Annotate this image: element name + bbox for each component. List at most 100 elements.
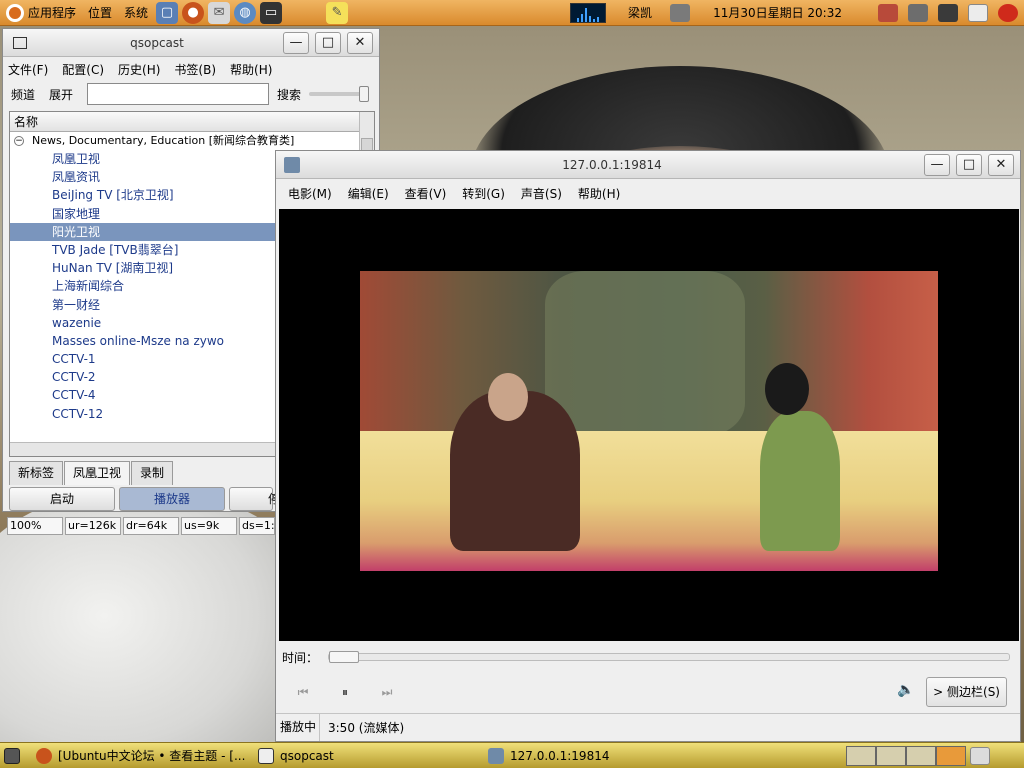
notes-launcher-icon[interactable]: ✎	[326, 1, 349, 24]
search-input[interactable]	[87, 83, 270, 105]
player-app-icon[interactable]	[284, 156, 300, 173]
bottom-panel: [Ubuntu中文论坛 • 查看主题 - [... qsopcast 127.0…	[0, 742, 1024, 768]
places-menu-label: 位置	[88, 6, 113, 20]
keyboard-tray-icon[interactable]	[908, 3, 928, 22]
seek-knob[interactable]	[329, 651, 360, 663]
ubuntu-logo-icon	[6, 3, 24, 22]
volume-icon[interactable]: 🔈	[897, 682, 917, 702]
system-menu[interactable]: 系统	[118, 0, 154, 26]
display-tray-icon[interactable]	[938, 3, 958, 22]
network-monitor-icon[interactable]	[570, 2, 607, 23]
terminal-launcher-icon[interactable]: ▭	[260, 1, 283, 24]
minimize-button[interactable]: —	[283, 31, 309, 54]
task-qsopcast[interactable]: qsopcast	[252, 744, 478, 768]
stop-button[interactable]: 停	[229, 487, 280, 511]
tab-phoenix[interactable]: 凤凰卫视	[64, 461, 131, 485]
player-statusbar: 播放中 3:50 (流媒体)	[276, 713, 1020, 741]
trash-icon[interactable]	[970, 746, 990, 765]
player-window: 127.0.0.1:19814 — □ ✕ 电影(M) 编辑(E) 查看(V) …	[275, 150, 1021, 742]
network-settings-icon[interactable]	[670, 3, 691, 22]
player-button[interactable]: 播放器	[119, 487, 225, 511]
shutdown-icon[interactable]	[998, 3, 1018, 22]
playback-time: 3:50 (流媒体)	[328, 721, 405, 735]
qsopcast-menubar: 文件(F) 配置(C) 历史(H) 书签(B) 帮助(H)	[3, 57, 379, 81]
tab-record[interactable]: 录制	[131, 461, 174, 485]
places-menu[interactable]: 位置	[82, 0, 118, 26]
tree-group-row[interactable]: − News, Documentary, Education [新闻综合教育类]	[10, 132, 374, 150]
search-button[interactable]: 搜索	[277, 86, 301, 103]
workspace-3[interactable]	[906, 745, 936, 766]
menu-movie[interactable]: 电影(M)	[288, 185, 332, 202]
seek-row: 时间：	[282, 648, 1016, 666]
video-man-head	[488, 373, 528, 421]
status-upload-speed: us=9k	[181, 517, 237, 535]
clock[interactable]: 11月30日星期日 20:32	[707, 0, 848, 26]
menu-go[interactable]: 转到(G)	[462, 185, 505, 202]
maximize-button[interactable]: □	[315, 31, 341, 54]
task-player-label: 127.0.0.1:19814	[510, 748, 610, 763]
window-menu-icon[interactable]	[13, 36, 27, 49]
mail-launcher-icon[interactable]: ✉	[208, 1, 231, 24]
start-button[interactable]: 启动	[9, 487, 115, 511]
virtualbox-launcher-icon[interactable]: ▢	[156, 1, 179, 24]
applications-menu-label: 应用程序	[28, 6, 77, 20]
top-panel: 应用程序 位置 系统 ▢ ● ✉ ◍ ▭ ✎ 梁凯 11月30日星期日 20:3…	[0, 0, 1024, 26]
menu-bookmarks[interactable]: 书签(B)	[174, 61, 216, 78]
collapse-icon[interactable]: −	[14, 136, 24, 146]
player-minimize-button[interactable]: —	[924, 153, 950, 176]
tree-group-label: News, Documentary, Education [新闻综合教育类]	[32, 134, 295, 147]
seek-bar[interactable]	[328, 651, 1010, 663]
workspace-1[interactable]	[846, 745, 876, 766]
user-name[interactable]: 梁凯	[622, 0, 658, 26]
applications-menu[interactable]: 应用程序	[0, 0, 82, 26]
tree-column-header[interactable]: 名称	[10, 112, 374, 132]
zoom-slider-knob[interactable]	[359, 86, 370, 102]
menu-view[interactable]: 查看(V)	[405, 185, 447, 202]
player-titlebar[interactable]: 127.0.0.1:19814 — □ ✕	[276, 151, 1020, 179]
time-label: 时间：	[282, 650, 319, 665]
video-area[interactable]	[279, 209, 1019, 641]
menu-edit[interactable]: 编辑(E)	[348, 185, 389, 202]
menu-sound[interactable]: 声音(S)	[521, 185, 562, 202]
menu-file[interactable]: 文件(F)	[8, 61, 48, 78]
qsopcast-status: 100% ur=126k dr=64k us=9k ds=1:	[7, 517, 277, 535]
video-woman	[760, 411, 840, 551]
expand-button[interactable]: 展开	[49, 86, 73, 103]
task-player[interactable]: 127.0.0.1:19814	[482, 744, 842, 768]
video-sofa	[360, 431, 938, 571]
menu-history[interactable]: 历史(H)	[118, 61, 160, 78]
player-close-button[interactable]: ✕	[988, 153, 1014, 176]
zoom-slider[interactable]	[309, 86, 370, 102]
video-frame	[360, 271, 938, 571]
player-maximize-button[interactable]: □	[956, 153, 982, 176]
workspace-2[interactable]	[876, 745, 906, 766]
browser-launcher-icon[interactable]: ◍	[234, 1, 257, 24]
close-button[interactable]: ✕	[347, 31, 373, 54]
screen-tray-icon[interactable]	[878, 3, 898, 22]
tab-new[interactable]: 新标签	[9, 461, 64, 485]
player-menubar: 电影(M) 编辑(E) 查看(V) 转到(G) 声音(S) 帮助(H)	[276, 179, 1020, 207]
previous-icon[interactable]: ⏮	[288, 680, 318, 704]
workspace-4[interactable]	[936, 745, 966, 766]
user-name-label: 梁凯	[628, 6, 653, 20]
status-upload-rate: ur=126k	[65, 517, 121, 535]
pause-icon[interactable]: ⏸	[330, 680, 360, 704]
status-download-rate: dr=64k	[123, 517, 179, 535]
firefox-task-icon	[36, 747, 52, 764]
show-desktop-icon	[4, 747, 20, 764]
firefox-launcher-icon[interactable]: ●	[182, 1, 205, 24]
next-icon[interactable]: ⏭	[372, 680, 402, 704]
menu-config[interactable]: 配置(C)	[62, 61, 104, 78]
playback-controls: ⏮ ⏸ ⏭ 🔈 > 侧边栏(S)	[288, 677, 1013, 707]
menu-help[interactable]: 帮助(H)	[230, 61, 272, 78]
channel-button[interactable]: 频道	[11, 86, 35, 103]
clock-label: 11月30日星期日 20:32	[713, 6, 842, 20]
volume-tray-icon[interactable]	[968, 3, 988, 22]
menu-player-help[interactable]: 帮助(H)	[578, 185, 620, 202]
qsopcast-titlebar[interactable]: qsopcast — □ ✕	[3, 29, 379, 57]
sidebar-button[interactable]: > 侧边栏(S)	[926, 677, 1007, 707]
qsopcast-title: qsopcast	[130, 35, 184, 50]
show-desktop-button[interactable]	[0, 744, 26, 768]
status-download-speed: ds=1:	[239, 517, 275, 535]
task-firefox[interactable]: [Ubuntu中文论坛 • 查看主题 - [...	[30, 744, 248, 768]
